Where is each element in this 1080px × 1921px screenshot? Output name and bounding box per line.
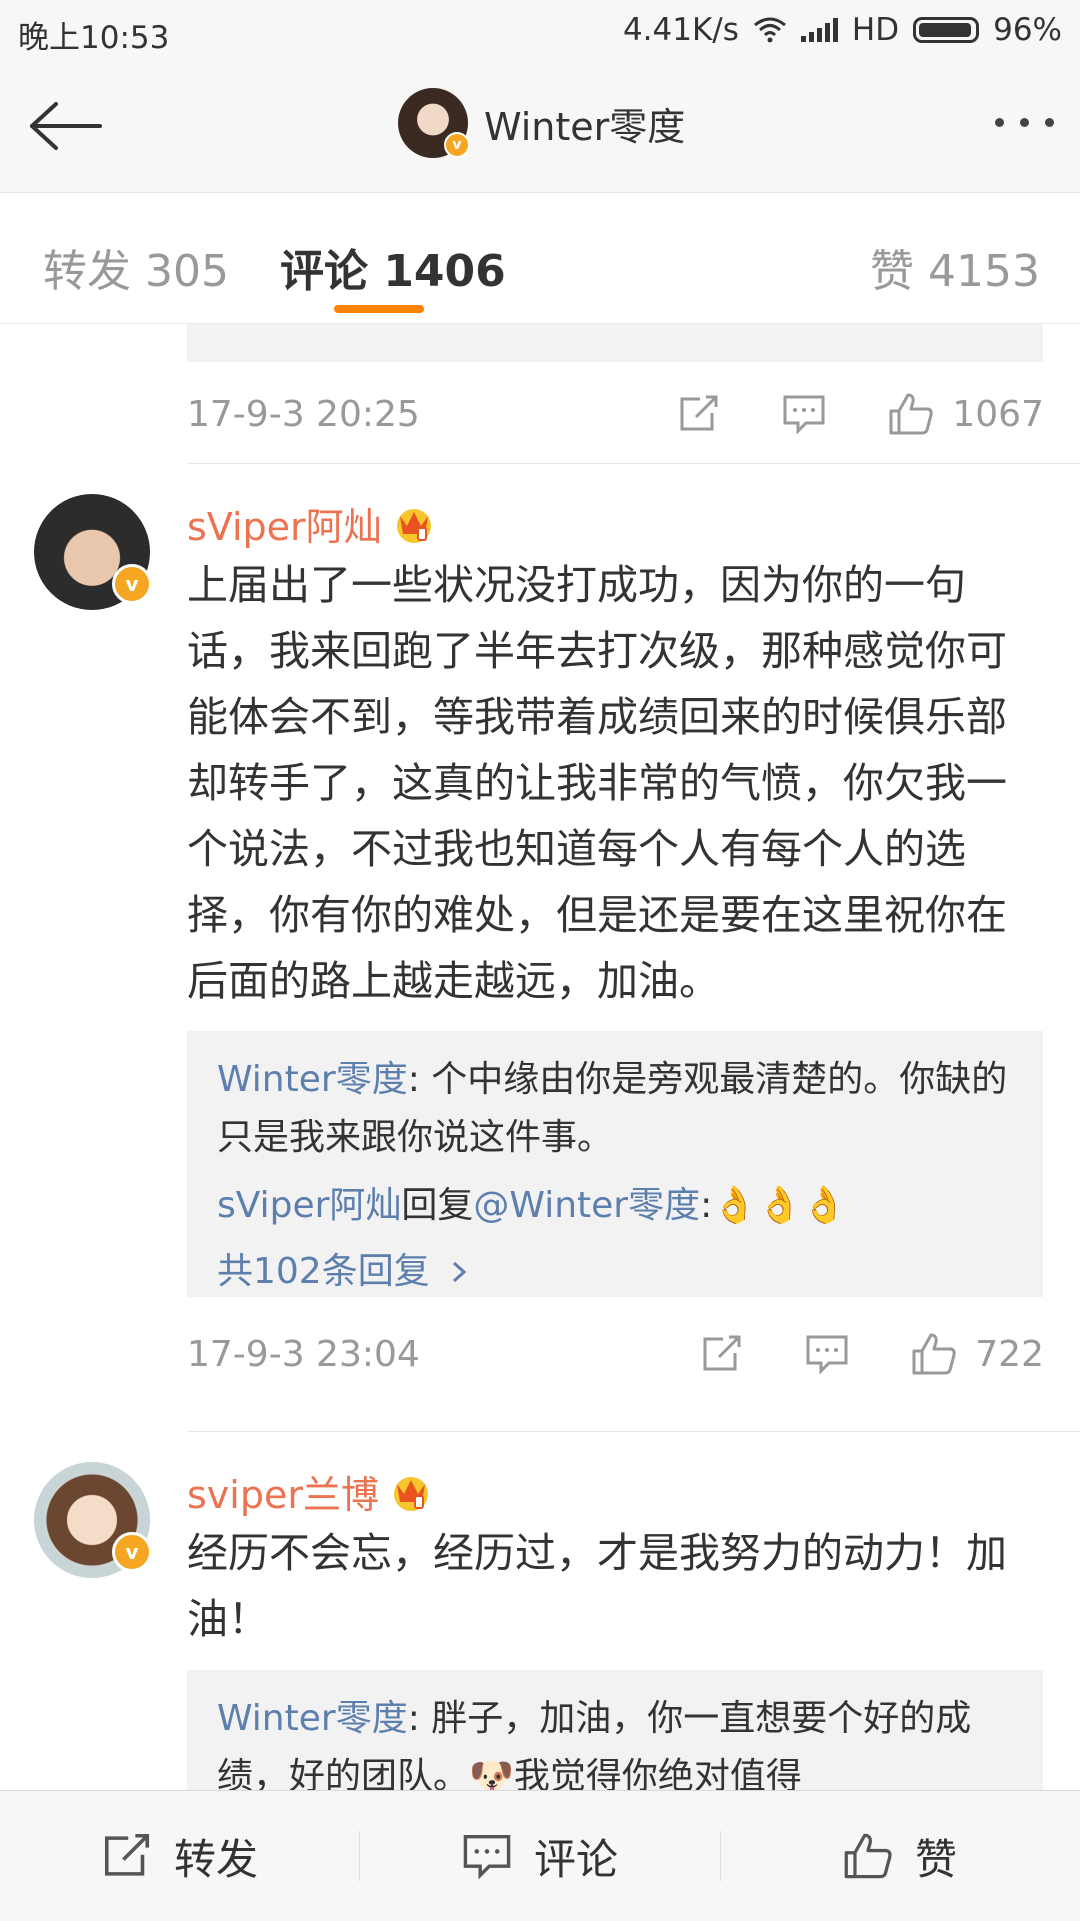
tab-bar: 转发 305 评论 1406 赞 4153 xyxy=(0,193,1080,324)
battery-level: 96% xyxy=(993,12,1062,48)
repost-button[interactable] xyxy=(678,395,720,433)
repost-button[interactable]: 转发 xyxy=(0,1791,360,1921)
reply-username[interactable]: sViper阿灿 xyxy=(217,1185,401,1226)
comment-icon xyxy=(783,395,825,434)
like-button[interactable]: 1067 xyxy=(888,392,1044,436)
share-icon xyxy=(680,395,718,431)
like-label: 赞 xyxy=(914,1834,957,1884)
dot-icon xyxy=(1045,118,1054,127)
back-arrow-icon xyxy=(30,102,102,150)
more-replies-link[interactable]: 共102条回复 xyxy=(217,1243,1013,1297)
avatar[interactable]: v xyxy=(34,1462,152,1578)
reply-line: Winter零度: 个中缘由你是旁观最清楚的。你缺的只是我来跟你说这件事。 xyxy=(217,1051,1013,1167)
emoji: 👌👌👌 xyxy=(712,1185,847,1226)
verified-badge-icon: v xyxy=(444,132,470,158)
signal-icon xyxy=(800,18,838,42)
comment-meta: 17-9-3 23:04 722 xyxy=(187,1324,1044,1384)
divider xyxy=(187,463,1080,464)
comment-text: 上届出了一些状况没打成功，因为你的一句话，我来回跑了半年去打次级，那种感觉你可能… xyxy=(187,561,1007,1005)
verified-badge-icon: v xyxy=(112,1532,152,1572)
username-text[interactable]: sViper阿灿 xyxy=(187,496,382,551)
comment-date: 17-9-3 20:25 xyxy=(187,393,420,435)
tab-likes[interactable]: 赞 4153 xyxy=(870,235,1040,299)
divider xyxy=(187,1431,1080,1432)
more-options-button[interactable] xyxy=(995,118,1054,127)
comment-username[interactable]: sViper阿灿 xyxy=(187,496,436,551)
comment-date: 17-9-3 23:04 xyxy=(187,1333,420,1375)
network-speed: 4.41K/s xyxy=(622,12,739,48)
comment-label: 评论 xyxy=(533,1834,618,1884)
reply-line: sViper阿灿回复@Winter零度:👌👌👌 xyxy=(217,1177,1013,1235)
dot-icon xyxy=(1020,118,1029,127)
reply-box xyxy=(187,324,1043,362)
reply-button[interactable] xyxy=(782,394,826,434)
tab-repost[interactable]: 转发 305 xyxy=(43,235,229,299)
page-title: Winter零度 xyxy=(484,104,686,149)
status-bar: 晚上10:53 4.41K/s HD 96% xyxy=(0,0,1080,62)
comment-meta: 17-9-3 20:25 1067 xyxy=(187,384,1044,444)
like-button[interactable]: 赞 xyxy=(720,1791,1080,1921)
nav-bar: v Winter零度 xyxy=(0,62,1080,193)
comment-button[interactable]: 评论 xyxy=(360,1791,720,1921)
reply-text: : xyxy=(700,1185,713,1226)
wifi-icon xyxy=(753,17,786,43)
avatar[interactable]: v xyxy=(398,88,470,158)
like-count: 722 xyxy=(975,1333,1044,1375)
reply-button[interactable] xyxy=(805,1334,849,1374)
comment-icon xyxy=(806,1335,848,1374)
thumbs-up-icon xyxy=(912,1333,956,1375)
network-type: HD xyxy=(851,12,900,48)
comment-icon xyxy=(463,1834,511,1879)
reply-box[interactable]: Winter零度: 个中缘由你是旁观最清楚的。你缺的只是我来跟你说这件事。 sV… xyxy=(187,1031,1043,1297)
chevron-right-icon xyxy=(452,1261,466,1283)
share-icon xyxy=(104,1833,150,1876)
username-text[interactable]: sviper兰博 xyxy=(187,1464,379,1519)
share-icon xyxy=(703,1335,741,1371)
reply-line: Winter零度: 胖子，加油，你一直想要个好的成绩，好的团队。🐶我觉得你绝对值… xyxy=(217,1690,1013,1806)
bottom-action-bar: 转发 评论 赞 xyxy=(0,1790,1080,1921)
thumbs-up-icon xyxy=(889,393,934,435)
nav-user[interactable]: v Winter零度 xyxy=(398,88,685,158)
like-count: 1067 xyxy=(952,393,1044,435)
back-button[interactable] xyxy=(26,96,106,156)
crown-icon xyxy=(396,508,431,543)
reply-username[interactable]: Winter零度 xyxy=(217,1059,408,1100)
status-right: 4.41K/s HD 96% xyxy=(623,12,1062,48)
tab-comments[interactable]: 评论 1406 xyxy=(280,235,506,299)
repost-label: 转发 xyxy=(173,1834,258,1884)
status-time: 晚上10:53 xyxy=(18,20,170,56)
battery-icon xyxy=(913,17,980,43)
thumbs-up-icon xyxy=(844,1833,892,1879)
verified-badge-icon: v xyxy=(112,564,152,604)
comment-text: 经历不会忘，经历过，才是我努力的动力！加油！ xyxy=(187,1529,1007,1643)
divider xyxy=(720,1831,721,1881)
more-replies-label: 共102条回复 xyxy=(217,1251,430,1292)
mention-link[interactable]: @Winter零度 xyxy=(473,1185,700,1226)
reply-username[interactable]: Winter零度 xyxy=(217,1698,408,1739)
like-button[interactable]: 722 xyxy=(911,1332,1044,1376)
divider xyxy=(359,1831,360,1881)
repost-button[interactable] xyxy=(701,1335,743,1373)
dot-icon xyxy=(995,118,1004,127)
crown-icon xyxy=(393,1476,428,1511)
active-tab-indicator xyxy=(334,305,424,313)
avatar[interactable]: v xyxy=(34,494,152,610)
reply-text: 回复 xyxy=(401,1185,474,1226)
comment-username[interactable]: sviper兰博 xyxy=(187,1464,433,1519)
